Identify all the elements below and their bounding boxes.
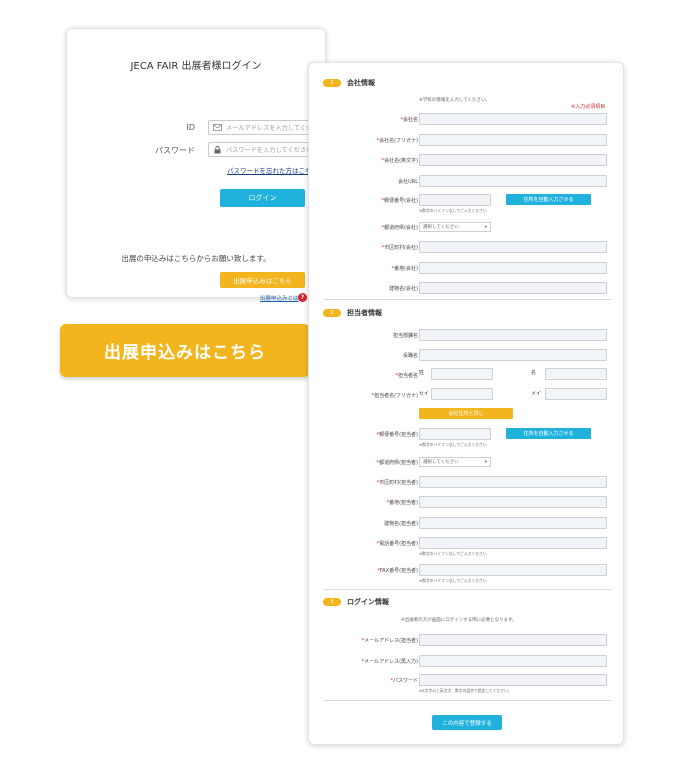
phone-label: *電話番号(担当者): [376, 541, 418, 547]
company-prefecture-label: *都道府県(会社): [381, 225, 418, 231]
contact-kana-label: *担当者名(フリガナ): [371, 393, 418, 399]
contact-name-label: *担当者名: [395, 373, 418, 379]
position-input[interactable]: [419, 349, 607, 361]
company-auto-address-button[interactable]: 住所を自動入力させる: [506, 194, 591, 205]
contact-street-label: *番地(担当者): [386, 500, 418, 506]
section-divider: [323, 589, 611, 590]
contact-prefecture-select[interactable]: 選択してください ▾: [419, 457, 491, 467]
section-header-contact: 2 担当者情報: [323, 308, 382, 318]
same-as-company-button[interactable]: 会社住所と同じ: [419, 408, 513, 419]
contact-building-label: 建物名(担当者): [384, 521, 418, 527]
mail-icon: [212, 123, 222, 132]
contact-building-input[interactable]: [419, 517, 607, 529]
login-button[interactable]: ログイン: [220, 189, 305, 207]
position-label: 役職名: [402, 353, 418, 359]
mei-kana-input[interactable]: [545, 388, 607, 400]
mei-input[interactable]: [545, 368, 607, 380]
company-url-label: 会社URL: [398, 179, 418, 185]
company-prefecture-select[interactable]: 選択してください ▾: [419, 222, 491, 232]
section-title: 会社情報: [347, 79, 375, 87]
apply-banner-button[interactable]: 出展申込みはこちら: [60, 324, 310, 377]
mei-label: 名: [531, 370, 537, 376]
section-note: ※出展者の方が画面にログインする際に必要となります。: [401, 618, 517, 623]
chevron-down-icon: ▾: [484, 224, 487, 230]
sei-kana-input[interactable]: [431, 388, 493, 400]
id-input[interactable]: メールアドレスを入力してください: [208, 120, 319, 135]
dept-label: 担当部課名: [392, 333, 418, 339]
company-city-input[interactable]: [419, 241, 607, 253]
contact-auto-address-button[interactable]: 住所を自動入力させる: [506, 428, 591, 439]
contact-city-input[interactable]: [419, 476, 607, 488]
company-building-input[interactable]: [419, 282, 607, 294]
company-building-label: 建物名(会社): [389, 286, 418, 292]
company-zip-hint: ※数字のハイフンなしでご入力ください: [419, 208, 487, 213]
company-zip-input[interactable]: [419, 194, 491, 206]
password-field-label: *パスワード: [390, 678, 418, 684]
email-label: *メールアドレス(担当者): [361, 638, 418, 644]
fax-hint: ※数字のハイフンなしでご入力ください: [419, 578, 487, 583]
contact-zip-input[interactable]: [419, 428, 491, 440]
section-title: 担当者情報: [347, 309, 382, 317]
lock-icon: [212, 145, 222, 154]
login-card: JECA FAIR 出展者様ログイン ID メールアドレスを入力してください パ…: [66, 28, 329, 302]
section-header-company: 1 会社情報: [323, 78, 375, 88]
company-street-input[interactable]: [419, 262, 607, 274]
phone-hint: ※数字のハイフンなしでご入力ください: [419, 551, 487, 556]
fax-label: *FAX番号(担当者): [377, 568, 418, 574]
apply-button[interactable]: 出展申込みはこちら: [220, 272, 305, 288]
company-kana-input[interactable]: [419, 134, 607, 146]
chevron-down-icon: ▾: [484, 459, 487, 465]
section-header-login: 3 ログイン情報: [323, 597, 389, 607]
fax-input[interactable]: [419, 564, 607, 576]
contact-prefecture-label: *都道府県(担当者): [376, 460, 418, 466]
login-title: JECA FAIR 出展者様ログイン: [130, 61, 262, 72]
email-confirm-label: *メールアドレス(再入力): [361, 659, 418, 665]
contact-city-label: *市区町村(担当者): [376, 480, 418, 486]
section-number: 3: [323, 598, 341, 606]
contact-zip-hint: ※数字のハイフンなしでご入力ください: [419, 442, 487, 447]
password-field-input[interactable]: [419, 674, 607, 686]
company-name-label: *会社名: [400, 117, 418, 123]
apply-help-link[interactable]: 出展申込みとは: [260, 294, 299, 302]
company-city-label: *市区町村(会社): [381, 245, 418, 251]
section-number: 1: [323, 79, 341, 87]
email-confirm-input[interactable]: [419, 655, 607, 667]
register-button[interactable]: この内容で登録する: [432, 715, 502, 730]
required-note: ※入力必須項目: [571, 104, 606, 110]
section-number: 2: [323, 309, 341, 317]
sei-kana-label: セイ: [419, 391, 430, 397]
company-en-label: *会社名(英文字): [381, 158, 418, 164]
help-icon[interactable]: ?: [298, 293, 307, 302]
contact-street-input[interactable]: [419, 496, 607, 508]
id-label: ID: [186, 123, 195, 132]
password-label: パスワード: [155, 146, 195, 155]
section-note: ※学校の情報を入力してください。: [419, 98, 490, 103]
phone-input[interactable]: [419, 537, 607, 549]
company-kana-label: *会社名(フリガナ): [376, 138, 418, 144]
id-placeholder: メールアドレスを入力してください: [226, 125, 319, 132]
company-name-input[interactable]: [419, 113, 607, 125]
contact-zip-label: *郵便番号(担当者): [376, 432, 418, 438]
section-divider: [323, 700, 611, 701]
password-placeholder: パスワードを入力してください: [226, 147, 313, 154]
apply-text: 出展の申込みはこちらからお願い致します。: [121, 254, 271, 263]
company-zip-label: *郵便番号(会社): [381, 198, 418, 204]
mei-kana-label: メイ: [531, 391, 542, 397]
sei-input[interactable]: [431, 368, 493, 380]
password-input[interactable]: パスワードを入力してください: [208, 142, 319, 157]
dept-input[interactable]: [419, 329, 607, 341]
company-street-label: *番地(会社): [391, 266, 418, 272]
registration-form: 1 会社情報 ※学校の情報を入力してください。 ※入力必須項目 *会社名 *会社…: [308, 62, 624, 745]
section-title: ログイン情報: [347, 598, 389, 606]
password-hint: ※8文字以上英文字、数字の混合で設定してください。: [419, 688, 512, 693]
company-url-input[interactable]: [419, 175, 607, 187]
sei-label: 姓: [419, 370, 425, 376]
section-divider: [323, 299, 611, 300]
email-input[interactable]: [419, 634, 607, 646]
company-en-input[interactable]: [419, 154, 607, 166]
